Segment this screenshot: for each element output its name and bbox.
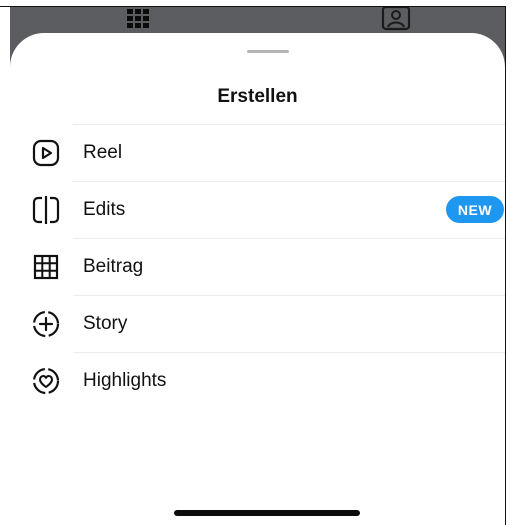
menu-item-label: Beitrag — [83, 256, 144, 277]
edits-icon — [28, 192, 64, 228]
home-indicator[interactable] — [174, 510, 360, 516]
menu-item-label: Edits — [83, 199, 126, 220]
menu-item-story[interactable]: Story — [10, 295, 505, 352]
menu-item-highlights[interactable]: Highlights — [10, 352, 505, 409]
highlight-heart-icon — [28, 363, 64, 399]
menu-item-beitrag[interactable]: Beitrag — [10, 238, 505, 295]
divider — [73, 181, 505, 182]
sheet-title: Erstellen — [217, 86, 298, 107]
menu-item-edits[interactable]: Edits NEW — [10, 181, 505, 238]
divider — [73, 295, 505, 296]
create-sheet: Erstellen Reel Edits NEW Beitrag Story H… — [10, 33, 505, 525]
reel-icon — [28, 135, 64, 171]
divider — [73, 352, 505, 353]
divider — [73, 238, 505, 239]
person-tag-icon — [380, 7, 412, 31]
menu-item-label: Reel — [83, 142, 123, 163]
menu-item-label: Highlights — [83, 370, 167, 391]
sheet-grabber[interactable] — [247, 50, 289, 53]
right-border — [505, 6, 506, 525]
story-add-icon — [28, 306, 64, 342]
screen: Erstellen Reel Edits NEW Beitrag Story H… — [0, 0, 513, 525]
grid-icon — [126, 8, 151, 30]
menu-item-label: Story — [83, 313, 128, 334]
new-badge: NEW — [446, 196, 504, 223]
menu-item-reel[interactable]: Reel — [10, 124, 505, 181]
divider — [73, 124, 505, 125]
post-grid-icon — [28, 249, 64, 285]
